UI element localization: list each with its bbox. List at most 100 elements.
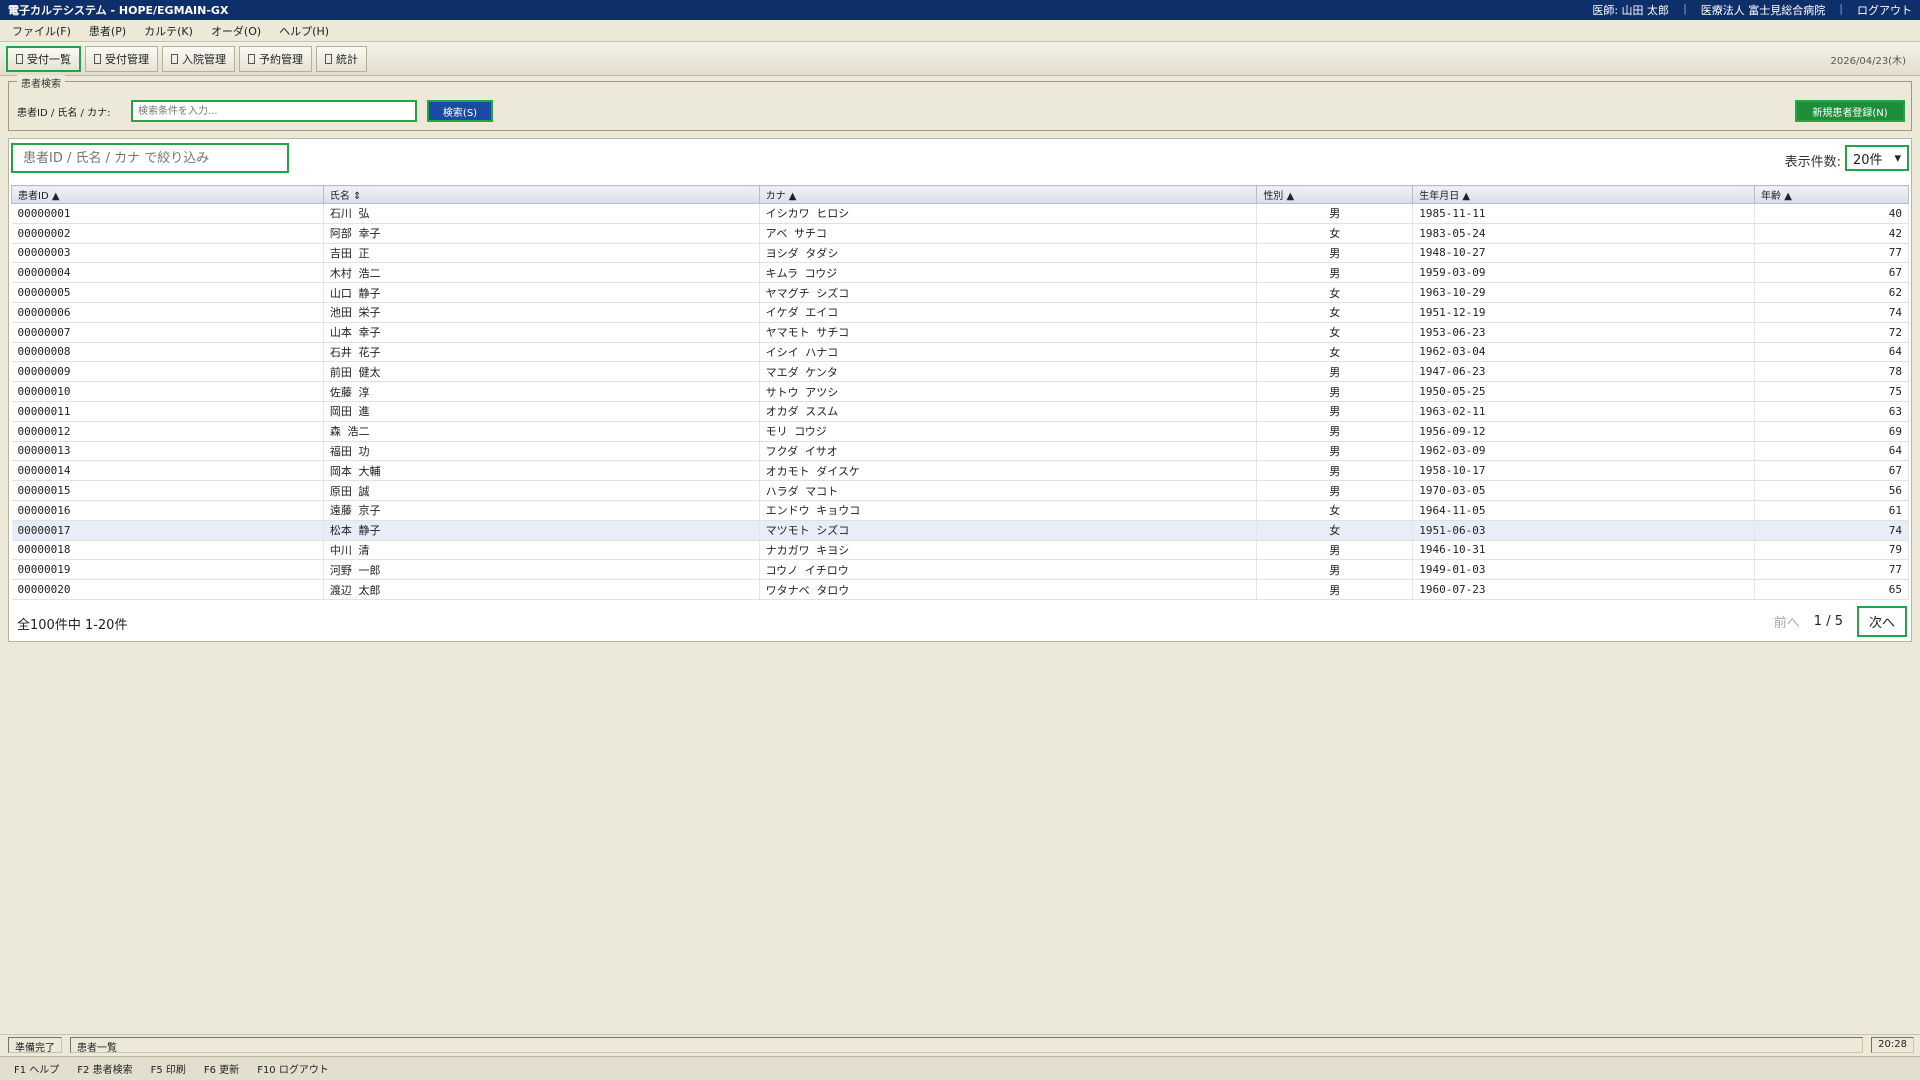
- table-row[interactable]: 00000011 岡田 進オカダ ススム男 1963-02-11 63: [11, 401, 1909, 422]
- table-row[interactable]: 00000006 池田 栄子 イケダ エイコ女 1951-12-19 74: [11, 302, 1909, 323]
- table-row[interactable]: 00000012 森 浩二 モリ コウジ男 1956-09-12 69: [11, 421, 1909, 442]
- table-row[interactable]: 00000002 阿部 幸子 アベ サチコ女 1983-05-24 42: [11, 223, 1909, 244]
- cell-patient-id: 00000001: [11, 203, 324, 224]
- cell-age: 69: [1754, 421, 1909, 442]
- cell-patient-id: 00000003: [11, 243, 324, 264]
- reception-manage-label: 受付管理: [105, 52, 149, 66]
- column-header-kana[interactable]: カナ ▲: [758, 185, 1258, 204]
- table-row[interactable]: 00000007 山本 幸子 ヤマモト サチコ女 1953-06-23 72: [11, 322, 1909, 343]
- separator: |: [1683, 2, 1687, 15]
- reception-list-button[interactable]: 受付一覧: [6, 45, 81, 72]
- table-row[interactable]: 00000016 遠藤 京子 エンドウ キョウコ女 1964-11-05 61: [11, 500, 1909, 521]
- cell-patient-id: 00000020: [11, 579, 324, 600]
- table-row[interactable]: 00000020 渡辺 太郎 ワタナベ タロウ男 1960-07-23 65: [11, 579, 1909, 600]
- cell-name: 木村 浩二: [323, 262, 760, 284]
- f10-logout-key[interactable]: F10 ログアウト: [257, 1061, 329, 1076]
- page-size-select[interactable]: 20件 ▾: [1845, 145, 1909, 171]
- cell-kana: マツモト シズコ: [759, 520, 1258, 541]
- cell-birthdate: 1949-01-03: [1412, 559, 1756, 581]
- column-header-birthdate[interactable]: 生年月日 ▲: [1412, 185, 1756, 204]
- cell-age: 61: [1754, 500, 1909, 521]
- page-indicator: 1 / 5: [1813, 614, 1843, 629]
- prev-page-button[interactable]: 前へ: [1774, 612, 1800, 631]
- cell-name: 松本 静子: [323, 520, 760, 541]
- cell-name: 阿部 幸子: [323, 223, 760, 244]
- column-header-sex[interactable]: 性別 ▲: [1256, 185, 1414, 204]
- column-header-patient-id[interactable]: 患者ID ▲: [11, 185, 324, 204]
- f5-print-key[interactable]: F5 印刷: [151, 1061, 186, 1076]
- cell-sex: 女: [1256, 322, 1414, 343]
- cell-sex: 女: [1256, 282, 1414, 303]
- separator: |: [1839, 2, 1843, 15]
- cell-name: 池田 栄子: [323, 302, 760, 323]
- table-row[interactable]: 00000013 福田 功フクダ イサオ男 1962-03-09 64: [11, 441, 1909, 462]
- reception-manage-button[interactable]: 受付管理: [85, 45, 158, 72]
- table-row[interactable]: 00000004 木村 浩二 キムラ コウジ男 1959-03-09 67: [11, 262, 1909, 284]
- table-row[interactable]: 00000014 岡本 大輔 オカモト ダイスケ男 1958-10-17 67: [11, 460, 1909, 482]
- cell-age: 67: [1754, 262, 1909, 284]
- new-patient-button[interactable]: 新規患者登録(N): [1795, 100, 1905, 122]
- cell-age: 64: [1754, 441, 1909, 462]
- column-header-age[interactable]: 年齢 ▲: [1754, 185, 1909, 204]
- menu-file[interactable]: ファイル(F): [6, 23, 83, 39]
- cell-sex: 男: [1256, 361, 1414, 383]
- appointment-manage-button[interactable]: 予約管理: [239, 45, 312, 72]
- current-date: 2026/04/23(木): [1830, 56, 1906, 67]
- cell-sex: 男: [1256, 401, 1414, 422]
- f1-help-key[interactable]: F1 ヘルプ: [14, 1061, 59, 1076]
- table-row[interactable]: 00000005 山口 静子 ヤマグチ シズコ女 1963-10-29 62: [11, 282, 1909, 303]
- cell-sex: 男: [1256, 579, 1414, 600]
- cell-sex: 男: [1256, 441, 1414, 462]
- menu-bar: ファイル(F) 患者(P) カルテ(K) オーダ(O) ヘルプ(H): [0, 20, 1920, 42]
- cell-age: 65: [1754, 579, 1909, 600]
- inpatient-manage-button[interactable]: 入院管理: [162, 45, 235, 72]
- cell-kana: オカモト ダイスケ: [759, 460, 1258, 482]
- cell-birthdate: 1956-09-12: [1412, 421, 1756, 442]
- table-row[interactable]: 00000009 前田 健太 マエダ ケンタ男 1947-06-23 78: [11, 361, 1909, 383]
- cell-birthdate: 1948-10-27: [1412, 243, 1756, 264]
- menu-help[interactable]: ヘルプ(H): [273, 23, 341, 39]
- cell-kana: モリ コウジ: [759, 421, 1258, 442]
- filter-input[interactable]: [11, 143, 289, 173]
- table-row[interactable]: 00000008 石井 花子 イシイ ハナコ女 1962-03-04 64: [11, 342, 1909, 363]
- cell-kana: ヤマモト サチコ: [759, 322, 1258, 343]
- cell-patient-id: 00000013: [11, 441, 324, 462]
- patient-table: 患者ID ▲ 氏名 ⇕ カナ ▲ 性別 ▲ 生年月日 ▲ 年齢 ▲ 000000…: [11, 185, 1909, 600]
- logout-link[interactable]: ログアウト: [1857, 2, 1912, 18]
- cell-name: 遠藤 京子: [323, 500, 760, 521]
- cell-name: 河野 一郎: [323, 559, 760, 581]
- table-row[interactable]: 00000018 中川 清ナカガワ キヨシ男 1946-10-31 79: [11, 540, 1909, 561]
- f6-refresh-key[interactable]: F6 更新: [204, 1061, 239, 1076]
- cell-patient-id: 00000005: [11, 282, 324, 303]
- status-bar: 準備完了 患者一覧 20:28: [0, 1034, 1920, 1054]
- search-input[interactable]: [131, 100, 417, 122]
- f2-patient-search-key[interactable]: F2 患者検索: [77, 1061, 132, 1076]
- cell-kana: フクダ イサオ: [759, 441, 1258, 462]
- cell-name: 前田 健太: [323, 361, 760, 383]
- search-button[interactable]: 検索(S): [427, 100, 493, 122]
- table-row[interactable]: 00000019 河野 一郎 コウノ イチロウ男 1949-01-03 77: [11, 559, 1909, 581]
- cell-sex: 男: [1256, 559, 1414, 581]
- cell-birthdate: 1958-10-17: [1412, 460, 1756, 482]
- menu-order[interactable]: オーダ(O): [205, 23, 273, 39]
- table-row[interactable]: 00000001 石川 弘イシカワ ヒロシ男 1985-11-11 40: [11, 203, 1909, 224]
- column-header-name[interactable]: 氏名 ⇕: [322, 185, 760, 204]
- toolbar: 受付一覧 受付管理 入院管理 予約管理 統計 2026/04/23(木): [0, 42, 1920, 76]
- cell-patient-id: 00000008: [11, 342, 324, 363]
- next-page-button[interactable]: 次へ: [1856, 606, 1907, 637]
- cell-sex: 男: [1256, 421, 1414, 442]
- table-row[interactable]: 00000010 佐藤 淳サトウ アツシ男 1950-05-25 75: [11, 381, 1909, 402]
- cell-kana: ナカガワ キヨシ: [759, 540, 1258, 561]
- cell-age: 42: [1754, 223, 1909, 244]
- menu-patient[interactable]: 患者(P): [83, 23, 138, 39]
- document-icon: [94, 53, 101, 64]
- menu-chart[interactable]: カルテ(K): [138, 23, 205, 39]
- statistics-button[interactable]: 統計: [316, 45, 367, 72]
- cell-birthdate: 1962-03-04: [1412, 342, 1756, 363]
- cell-name: 森 浩二: [323, 421, 760, 442]
- table-row[interactable]: 00000015 原田 誠ハラダ マコト男 1970-03-05 56: [11, 480, 1909, 501]
- table-row[interactable]: 00000003 吉田 正ヨシダ タダシ男 1948-10-27 77: [11, 243, 1909, 264]
- table-row[interactable]: 00000017 松本 静子 マツモト シズコ女 1951-06-03 74: [11, 520, 1909, 541]
- cell-birthdate: 1951-12-19: [1412, 302, 1756, 323]
- cell-patient-id: 00000011: [11, 401, 324, 422]
